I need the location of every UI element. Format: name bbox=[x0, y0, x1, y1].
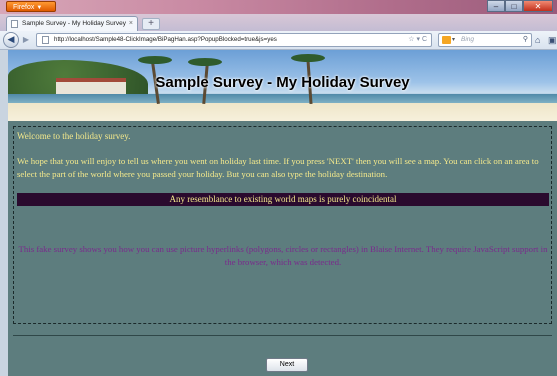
reload-icon[interactable]: C bbox=[422, 36, 427, 43]
divider bbox=[13, 335, 552, 336]
notice-banner: Any resemblance to existing world maps i… bbox=[17, 193, 549, 206]
tab-title: Sample Survey - My Holiday Survey bbox=[22, 20, 127, 27]
banner-image: Sample Survey - My Holiday Survey bbox=[8, 50, 557, 121]
page-icon bbox=[11, 20, 18, 28]
palm-fronds bbox=[188, 58, 222, 66]
url-bar-icons: ☆ ▾ C bbox=[408, 34, 427, 46]
navigation-bar: ◀ ▶ http://localhost/Sample48-ClickImage… bbox=[0, 31, 557, 50]
intro-text: We hope that you will enjoy to tell us w… bbox=[17, 156, 539, 179]
next-button[interactable]: Next bbox=[266, 358, 308, 372]
home-icon[interactable]: ⌂ bbox=[535, 34, 540, 46]
url-text[interactable]: http://localhost/Sample48-ClickImage/BiP… bbox=[54, 34, 277, 46]
firefox-menu-label: Firefox bbox=[13, 4, 35, 11]
survey-panel: Welcome to the holiday survey. We hope t… bbox=[8, 121, 557, 376]
dropdown-icon[interactable]: ▾ bbox=[416, 36, 420, 43]
toolbar-more-icon[interactable]: ▣ bbox=[548, 34, 557, 46]
firefox-menu-caret-icon: ▼ bbox=[36, 5, 43, 11]
bing-icon[interactable] bbox=[442, 36, 451, 44]
window-controls: – □ ✕ bbox=[487, 0, 553, 12]
tab-holiday-survey[interactable]: Sample Survey - My Holiday Survey × bbox=[6, 16, 138, 31]
page-icon bbox=[42, 36, 49, 44]
search-engine-dropdown-icon[interactable]: ▾ bbox=[452, 34, 455, 46]
bookmark-star-icon[interactable]: ☆ bbox=[408, 36, 414, 43]
search-icon[interactable]: ⚲ bbox=[523, 34, 528, 46]
palm-fronds bbox=[291, 54, 325, 62]
page-content: Sample Survey - My Holiday Survey Welcom… bbox=[0, 50, 557, 376]
url-bar[interactable]: http://localhost/Sample48-ClickImage/BiP… bbox=[36, 33, 432, 47]
info-text: This fake survey shows you how you can u… bbox=[18, 244, 548, 267]
plus-icon: + bbox=[148, 18, 154, 29]
search-input[interactable]: Bing bbox=[461, 34, 474, 46]
title-bar: Firefox ▼ – □ ✕ bbox=[0, 0, 557, 14]
forward-icon[interactable]: ▶ bbox=[20, 34, 32, 46]
question-area: Welcome to the holiday survey. We hope t… bbox=[13, 126, 552, 324]
firefox-menu-button[interactable]: Firefox ▼ bbox=[6, 1, 56, 12]
page-title: Sample Survey - My Holiday Survey bbox=[155, 74, 410, 91]
tab-close-icon[interactable]: × bbox=[129, 17, 133, 31]
maximize-icon[interactable]: □ bbox=[505, 0, 523, 12]
minimize-icon[interactable]: – bbox=[487, 0, 505, 12]
browser-window: Firefox ▼ – □ ✕ Sample Survey - My Holida… bbox=[0, 0, 557, 376]
search-bar[interactable]: ▾ Bing ⚲ bbox=[438, 33, 532, 47]
close-icon[interactable]: ✕ bbox=[523, 0, 553, 12]
tab-strip: Sample Survey - My Holiday Survey × + bbox=[0, 14, 557, 31]
back-icon[interactable]: ◀ bbox=[3, 32, 19, 48]
banner-beach bbox=[8, 103, 557, 121]
palm-fronds bbox=[138, 56, 172, 64]
banner-sea bbox=[8, 94, 557, 103]
welcome-text: Welcome to the holiday survey. bbox=[17, 131, 131, 141]
new-tab-button[interactable]: + bbox=[142, 18, 160, 30]
